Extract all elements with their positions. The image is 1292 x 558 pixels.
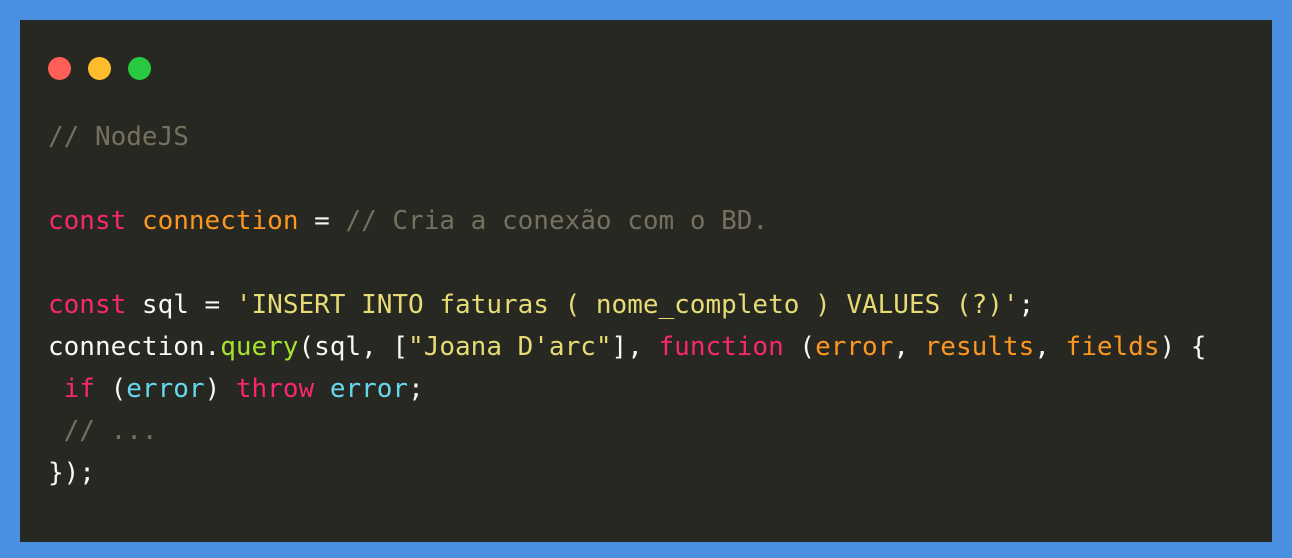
- code-token-plain: ;: [408, 374, 424, 404]
- code-token-keyword: function: [658, 332, 784, 362]
- code-token-keyword: if: [63, 374, 95, 404]
- code-token-plain: =: [298, 206, 346, 236]
- code-line: if (error) throw error;: [48, 368, 1244, 410]
- code-line: // NodeJS: [48, 116, 1244, 158]
- code-token-ident: error: [329, 374, 409, 404]
- code-snippet-frame: // NodeJS const connection = // Cria a c…: [0, 0, 1292, 558]
- code-token-param: results: [924, 332, 1035, 362]
- code-token-var: connection: [141, 206, 299, 236]
- code-token-plain: ) {: [1159, 332, 1207, 362]
- code-line: });: [48, 452, 1244, 494]
- code-token-plain: ,: [1034, 332, 1066, 362]
- code-token-comment: // ...: [63, 416, 158, 446]
- maximize-dot[interactable]: [128, 56, 151, 80]
- window-titlebar: [20, 20, 1272, 116]
- code-token-keyword: throw: [235, 374, 315, 404]
- code-token-comment: // NodeJS: [48, 122, 189, 152]
- minimize-dot[interactable]: [88, 56, 111, 80]
- code-line: const sql = 'INSERT INTO faturas ( nome_…: [48, 284, 1244, 326]
- code-token-plain: });: [48, 458, 95, 488]
- code-window: // NodeJS const connection = // Cria a c…: [20, 20, 1272, 542]
- code-token-param: error: [815, 332, 894, 362]
- code-line: connection.query(sql, ["Joana D'arc"], f…: [48, 326, 1244, 368]
- code-token-string: 'INSERT INTO faturas ( nome_completo ) V…: [235, 290, 1019, 320]
- code-token-plain: ;: [1018, 290, 1035, 320]
- code-block[interactable]: // NodeJS const connection = // Cria a c…: [20, 116, 1272, 494]
- code-token-plain: connection.: [48, 332, 221, 362]
- code-token-plain: (sql, [: [298, 332, 409, 362]
- code-line: const connection = // Cria a conexão com…: [48, 200, 1244, 242]
- close-dot[interactable]: [48, 56, 71, 80]
- code-token-string: "Joana D'arc": [408, 332, 612, 362]
- code-token-comment: // Cria a conexão com o BD.: [345, 206, 769, 236]
- code-token-plain: (: [94, 374, 127, 404]
- code-line: // ...: [48, 410, 1244, 452]
- code-token-keyword: const: [48, 290, 127, 320]
- code-token-plain: sql =: [126, 290, 236, 320]
- code-token-param: fields: [1065, 332, 1160, 362]
- code-token-plain: ): [204, 374, 236, 404]
- code-token-keyword: const: [48, 206, 127, 236]
- code-token-plain: ],: [611, 332, 659, 362]
- code-token-plain: ,: [893, 332, 925, 362]
- code-token-ident: error: [126, 374, 205, 404]
- code-token-func: query: [220, 332, 299, 362]
- code-token-plain: (: [783, 332, 816, 362]
